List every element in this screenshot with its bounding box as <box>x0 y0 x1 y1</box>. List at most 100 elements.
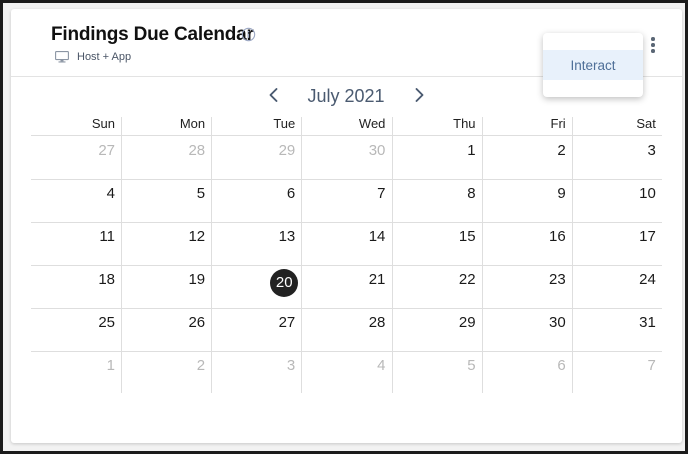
grid-line <box>391 117 393 393</box>
calendar-day[interactable]: 1 <box>392 136 482 179</box>
day-number: 28 <box>188 142 206 159</box>
info-circle-icon[interactable] <box>241 27 256 42</box>
calendar-day[interactable]: 2 <box>121 351 211 394</box>
day-number: 28 <box>368 314 386 331</box>
calendar-day[interactable]: 28 <box>301 308 391 351</box>
calendar-day[interactable]: 12 <box>121 222 211 265</box>
day-number: 29 <box>458 314 476 331</box>
day-number: 11 <box>99 228 115 245</box>
calendar-day[interactable]: 8 <box>392 179 482 222</box>
day-number: 27 <box>278 314 296 331</box>
day-number: 1 <box>467 142 476 159</box>
day-number: 29 <box>278 142 296 159</box>
widget-title: Findings Due Calendar <box>51 24 254 45</box>
day-number: 20 <box>270 269 299 297</box>
calendar-day[interactable]: 4 <box>31 179 121 222</box>
calendar-day[interactable]: 4 <box>301 351 391 394</box>
day-number: 2 <box>557 142 566 159</box>
chevron-right-icon[interactable] <box>411 86 427 104</box>
day-number: 4 <box>377 357 386 374</box>
day-number: 3 <box>647 142 656 159</box>
calendar-day[interactable]: 2 <box>482 136 572 179</box>
calendar-day[interactable]: 3 <box>572 136 662 179</box>
day-number: 2 <box>196 357 206 374</box>
day-number: 3 <box>286 357 296 374</box>
calendar-day[interactable]: 24 <box>572 265 662 308</box>
day-number: 27 <box>98 142 115 159</box>
calendar-day[interactable]: 30 <box>482 308 572 351</box>
calendar-day[interactable]: 3 <box>211 351 301 394</box>
day-number: 24 <box>639 271 656 288</box>
calendar-day[interactable]: 23 <box>482 265 572 308</box>
calendar-day[interactable]: 29 <box>211 136 301 179</box>
calendar-day[interactable]: 9 <box>482 179 572 222</box>
weekday-header: Tue <box>273 116 296 131</box>
overflow-menu: Interact <box>543 33 643 97</box>
calendar-day[interactable]: 11 <box>31 222 121 265</box>
calendar-day[interactable]: 7 <box>572 351 662 394</box>
calendar-day[interactable]: 28 <box>121 136 211 179</box>
day-number: 6 <box>557 357 566 374</box>
calendar-day[interactable]: 6 <box>482 351 572 394</box>
day-number: 22 <box>458 271 476 288</box>
calendar-day[interactable]: 27 <box>211 308 301 351</box>
calendar-day-selected[interactable]: 20 <box>211 265 301 308</box>
calendar-day[interactable]: 22 <box>392 265 482 308</box>
calendar-day[interactable]: 30 <box>301 136 391 179</box>
day-number: 8 <box>467 185 476 202</box>
grid-line <box>301 117 303 393</box>
window-frame: Findings Due Calendar Host + App July 20… <box>3 3 685 451</box>
day-number: 9 <box>557 185 566 202</box>
calendar-day[interactable]: 15 <box>392 222 482 265</box>
grid-line <box>211 117 213 393</box>
calendar-day[interactable]: 29 <box>392 308 482 351</box>
grid-line <box>481 117 483 393</box>
kebab-menu-icon[interactable] <box>647 35 659 55</box>
day-number: 25 <box>98 314 115 331</box>
day-number: 5 <box>196 185 206 202</box>
calendar-widget: Findings Due Calendar Host + App July 20… <box>11 9 682 443</box>
calendar-day[interactable]: 18 <box>31 265 121 308</box>
day-number: 13 <box>278 228 296 245</box>
calendar-day[interactable]: 26 <box>121 308 211 351</box>
day-number: 7 <box>647 357 656 374</box>
calendar-day[interactable]: 16 <box>482 222 572 265</box>
calendar-day[interactable]: 5 <box>392 351 482 394</box>
calendar-day[interactable]: 27 <box>31 136 121 179</box>
day-number: 15 <box>458 228 476 245</box>
calendar-day[interactable]: 19 <box>121 265 211 308</box>
calendar-day[interactable]: 6 <box>211 179 301 222</box>
day-number: 14 <box>368 228 386 245</box>
day-number: 7 <box>377 185 386 202</box>
calendar-day[interactable]: 25 <box>31 308 121 351</box>
day-number: 18 <box>98 271 115 288</box>
calendar-day[interactable]: 10 <box>572 179 662 222</box>
day-number: 10 <box>639 185 656 202</box>
calendar-day[interactable]: 1 <box>31 351 121 394</box>
weekday-header: Sun <box>91 116 115 131</box>
calendar-day[interactable]: 5 <box>121 179 211 222</box>
calendar-day[interactable]: 7 <box>301 179 391 222</box>
calendar-day[interactable]: 13 <box>211 222 301 265</box>
weekday-header: Sat <box>636 116 656 131</box>
weekday-header: Thu <box>453 116 476 131</box>
weekday-header: Mon <box>179 116 206 131</box>
day-number: 16 <box>549 228 566 245</box>
calendar-day[interactable]: 17 <box>572 222 662 265</box>
day-number: 5 <box>467 357 476 374</box>
widget-subtitle: Host + App <box>55 50 131 64</box>
weekday-header: Wed <box>358 116 386 131</box>
weekday-header: Fri <box>550 116 566 131</box>
day-number: 23 <box>549 271 566 288</box>
menu-item-interact[interactable]: Interact <box>543 50 643 80</box>
month-label: July 2021 <box>307 86 385 106</box>
monitor-icon <box>55 51 69 63</box>
calendar-day[interactable]: 21 <box>301 265 391 308</box>
calendar-day[interactable]: 14 <box>301 222 391 265</box>
day-number: 31 <box>639 314 656 331</box>
day-number: 12 <box>188 228 206 245</box>
calendar-day[interactable]: 31 <box>572 308 662 351</box>
day-number: 21 <box>368 271 386 288</box>
day-number: 1 <box>106 357 115 374</box>
chevron-left-icon[interactable] <box>266 86 282 104</box>
